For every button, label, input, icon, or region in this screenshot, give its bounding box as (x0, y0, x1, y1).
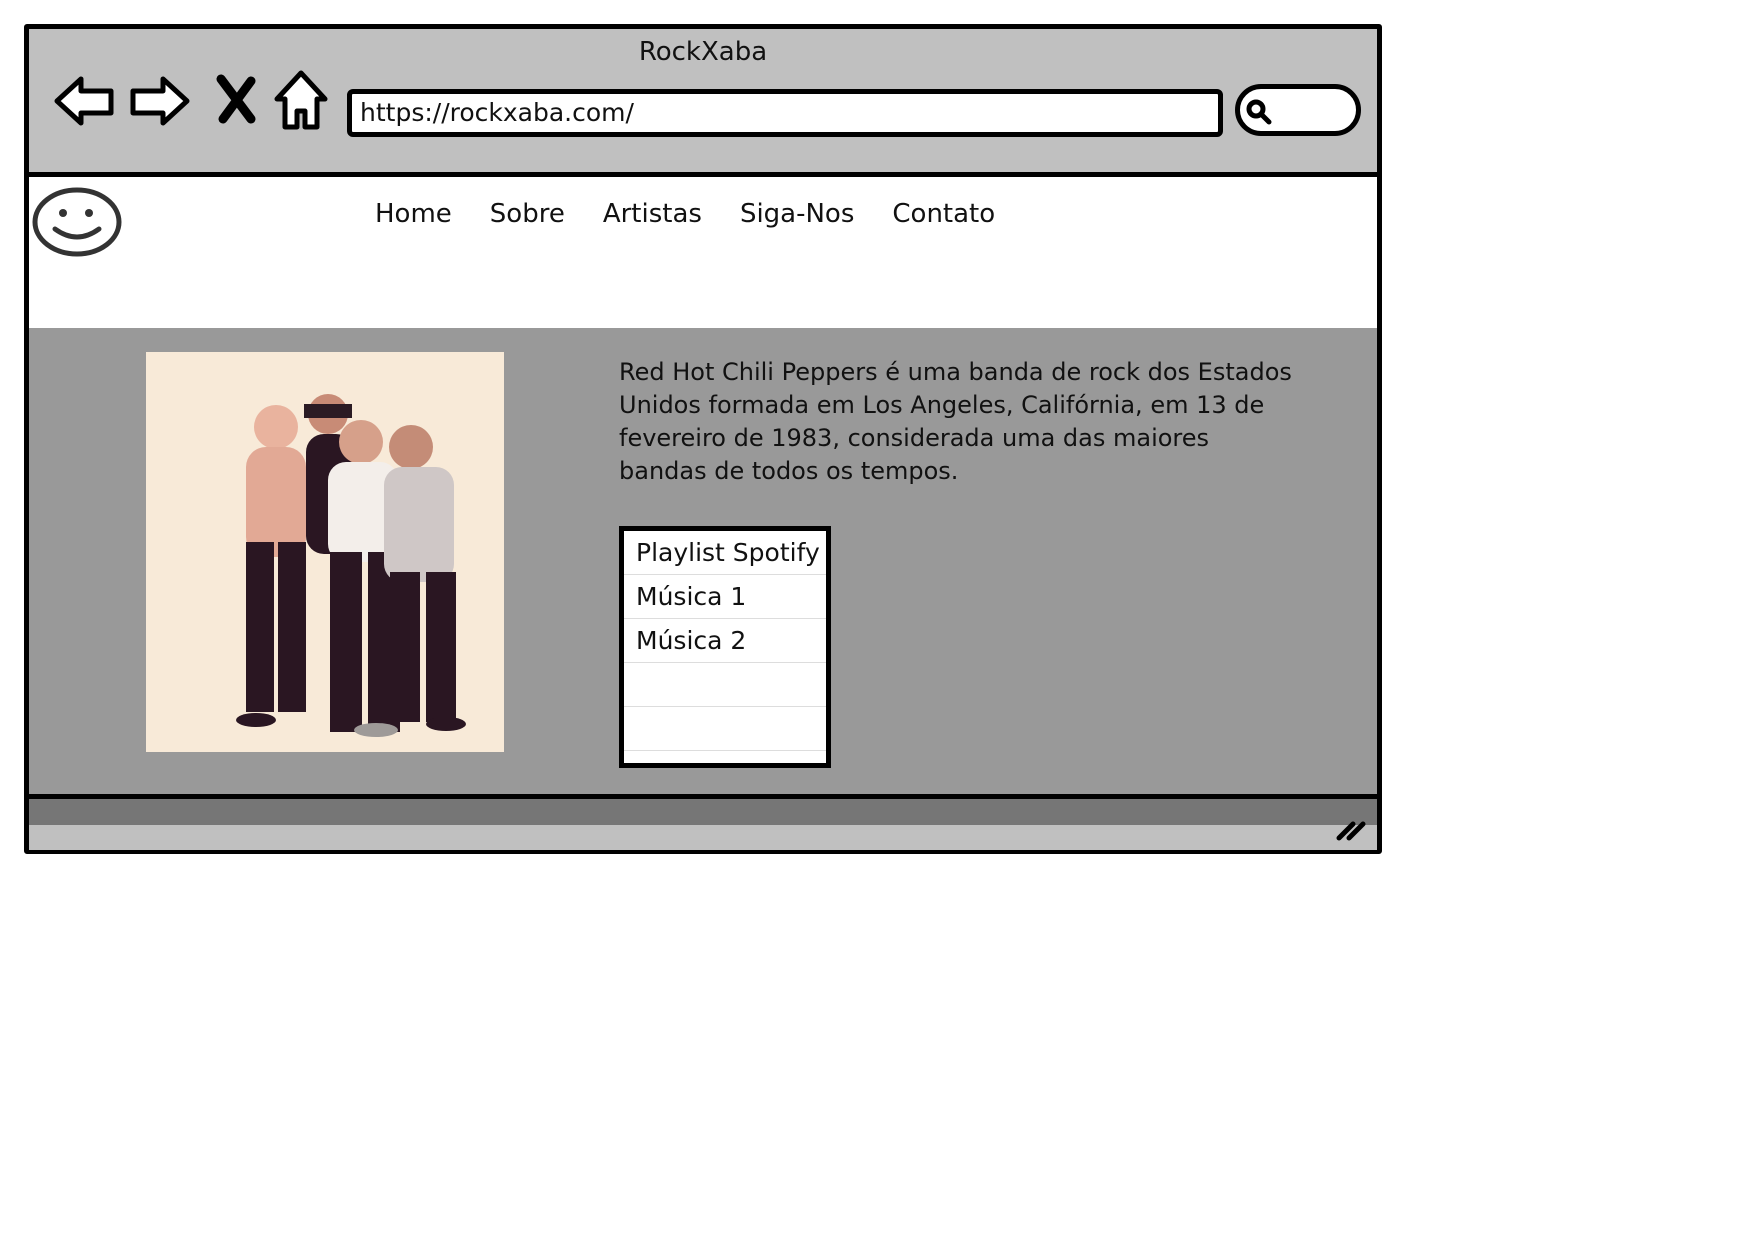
browser-toolbar: RockXaba https://rockxaba.com/ (29, 29, 1377, 177)
nav-item-artistas[interactable]: Artistas (603, 199, 702, 229)
playlist-item[interactable] (624, 663, 826, 707)
window-title: RockXaba (638, 37, 768, 67)
playlist-item[interactable]: Música 2 (624, 619, 826, 663)
band-description: Red Hot Chili Peppers é uma banda de roc… (619, 358, 1292, 485)
playlist-header: Playlist Spotify (624, 531, 826, 575)
back-arrow-icon[interactable] (53, 69, 117, 133)
browser-window: RockXaba https://rockxaba.com/ Home Sobr… (24, 24, 1382, 854)
nav-item-siga-nos[interactable]: Siga-Nos (740, 199, 854, 229)
spotify-playlist[interactable]: Playlist Spotify Música 1 Música 2 (619, 526, 831, 768)
main-nav: Home Sobre Artistas Siga-Nos Contato (375, 199, 995, 229)
nav-item-home[interactable]: Home (375, 199, 452, 229)
search-icon (1246, 99, 1272, 125)
close-x-icon[interactable] (207, 69, 271, 133)
status-bar-strip (29, 799, 1377, 825)
playlist-item[interactable] (624, 707, 826, 751)
nav-item-sobre[interactable]: Sobre (490, 199, 565, 229)
band-photo-image (146, 352, 504, 752)
status-bar (29, 794, 1377, 850)
forward-arrow-icon[interactable] (127, 69, 191, 133)
nav-item-contato[interactable]: Contato (892, 199, 995, 229)
site-header: Home Sobre Artistas Siga-Nos Contato (29, 177, 1377, 328)
main-content: Red Hot Chili Peppers é uma banda de roc… (29, 328, 1377, 794)
search-field[interactable] (1235, 84, 1361, 136)
playlist-item[interactable]: Música 1 (624, 575, 826, 619)
resize-grip-icon[interactable] (1335, 816, 1369, 846)
url-input[interactable]: https://rockxaba.com/ (347, 89, 1223, 137)
home-icon[interactable] (269, 69, 333, 133)
smiley-face-icon[interactable] (31, 185, 123, 263)
